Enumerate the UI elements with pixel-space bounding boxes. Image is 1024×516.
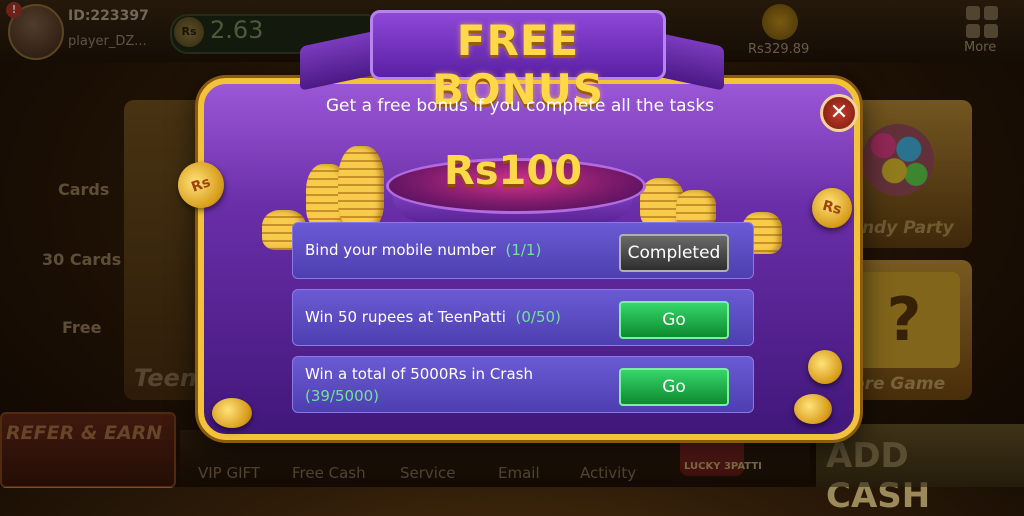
task-row: Win 50 rupees at TeenPatti (0/50) Go [292, 289, 754, 346]
coin-stack-icon [338, 146, 384, 228]
task-label: Win a total of 5000Rs in Crash (39/5000) [305, 363, 597, 407]
completed-button[interactable]: Completed [619, 234, 729, 272]
task-text: Bind your mobile number [305, 241, 496, 259]
task-row: Win a total of 5000Rs in Crash (39/5000)… [292, 356, 754, 413]
task-row: Bind your mobile number (1/1) Completed [292, 222, 754, 279]
coin-icon [794, 394, 832, 424]
go-button[interactable]: Go [619, 301, 729, 339]
close-icon[interactable]: ✕ [820, 94, 858, 132]
go-button[interactable]: Go [619, 368, 729, 406]
prize-amount: Rs100 [443, 148, 583, 194]
task-text: Win 50 rupees at TeenPatti [305, 308, 506, 326]
coin-icon [808, 350, 842, 384]
task-text: Win a total of 5000Rs in Crash [305, 365, 533, 383]
task-progress: (1/1) [505, 241, 542, 259]
coin-icon [212, 398, 252, 428]
task-label: Win 50 rupees at TeenPatti (0/50) [305, 306, 605, 328]
task-label: Bind your mobile number (1/1) [305, 239, 605, 261]
task-progress: (0/50) [515, 308, 561, 326]
task-progress: (39/5000) [305, 387, 380, 405]
dialog-subtitle: Get a free bonus if you complete all the… [325, 96, 715, 116]
